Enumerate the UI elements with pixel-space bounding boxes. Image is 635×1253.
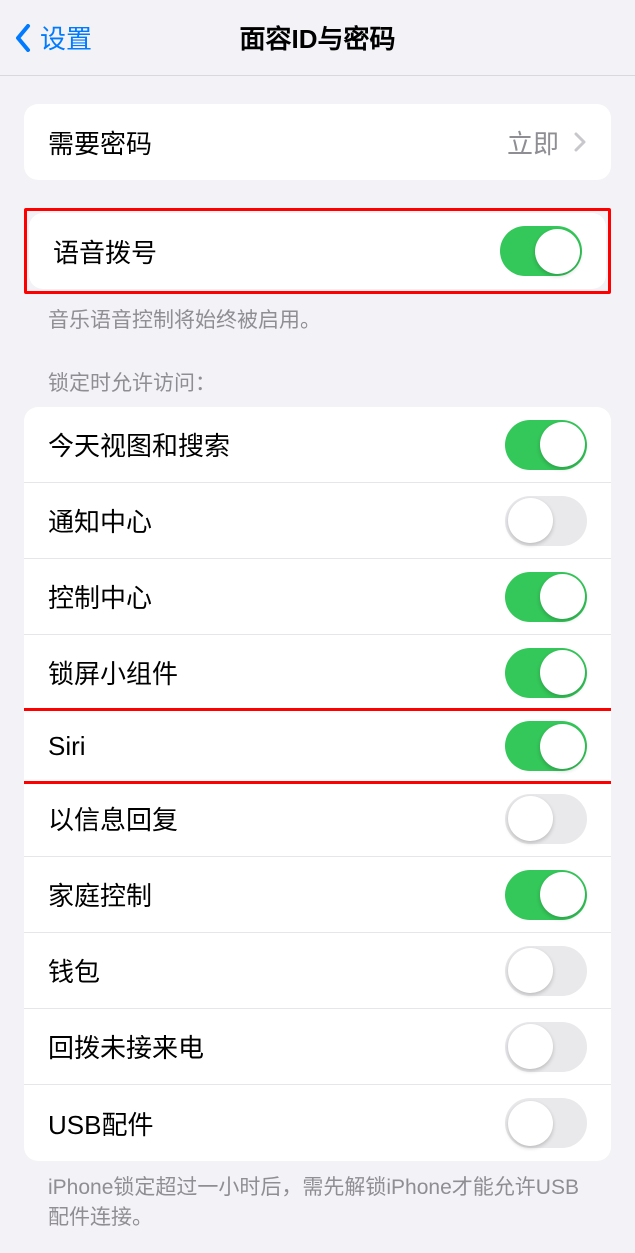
toggle-knob (540, 422, 585, 467)
require-passcode-row[interactable]: 需要密码 立即 (24, 104, 611, 180)
wallet-toggle[interactable] (505, 946, 587, 996)
lock-screen-widgets-row: 锁屏小组件 (24, 635, 611, 711)
chevron-right-icon (573, 132, 587, 152)
require-passcode-value: 立即 (507, 124, 559, 161)
page-title: 面容ID与密码 (239, 19, 395, 56)
home-control-label: 家庭控制 (48, 876, 152, 913)
notification-center-row: 通知中心 (24, 483, 611, 559)
toggle-knob (508, 796, 553, 841)
control-center-toggle[interactable] (505, 572, 587, 622)
wallet-label: 钱包 (48, 952, 100, 989)
back-label: 设置 (40, 19, 92, 56)
toggle-knob (508, 498, 553, 543)
require-passcode-group: 需要密码 立即 (24, 104, 611, 180)
usb-accessories-label: USB配件 (48, 1105, 153, 1142)
wallet-row: 钱包 (24, 933, 611, 1009)
locked-access-group: 今天视图和搜索 通知中心 控制中心 锁屏小组件 Siri 以信息回复 家庭控制 (24, 407, 611, 1161)
lock-screen-widgets-label: 锁屏小组件 (48, 654, 178, 691)
notification-center-toggle[interactable] (505, 496, 587, 546)
today-view-search-row: 今天视图和搜索 (24, 407, 611, 483)
voice-dial-group: 语音拨号 (29, 213, 606, 289)
return-missed-calls-row: 回拨未接来电 (24, 1009, 611, 1085)
home-control-row: 家庭控制 (24, 857, 611, 933)
toggle-knob (540, 650, 585, 695)
siri-row: Siri (24, 708, 611, 784)
notification-center-label: 通知中心 (48, 502, 152, 539)
control-center-row: 控制中心 (24, 559, 611, 635)
toggle-knob (535, 229, 580, 274)
locked-access-header: 锁定时允许访问： (24, 335, 611, 407)
locked-access-footer: iPhone锁定超过一小时后，需先解锁iPhone才能允许USB配件连接。 (24, 1161, 611, 1232)
back-button[interactable]: 设置 (0, 19, 92, 56)
today-view-search-label: 今天视图和搜索 (48, 426, 230, 463)
lock-screen-widgets-toggle[interactable] (505, 648, 587, 698)
toggle-knob (540, 724, 585, 769)
toggle-knob (508, 1101, 553, 1146)
toggle-knob (508, 1024, 553, 1069)
voice-dial-label: 语音拨号 (53, 233, 157, 270)
usb-accessories-toggle[interactable] (505, 1098, 587, 1148)
toggle-knob (540, 872, 585, 917)
reply-with-message-label: 以信息回复 (48, 800, 178, 837)
voice-dial-highlight: 语音拨号 (24, 208, 611, 294)
voice-dial-toggle[interactable] (500, 226, 582, 276)
return-missed-calls-toggle[interactable] (505, 1022, 587, 1072)
reply-with-message-toggle[interactable] (505, 794, 587, 844)
require-passcode-right: 立即 (507, 124, 587, 161)
reply-with-message-row: 以信息回复 (24, 781, 611, 857)
require-passcode-label: 需要密码 (48, 124, 152, 161)
today-view-search-toggle[interactable] (505, 420, 587, 470)
return-missed-calls-label: 回拨未接来电 (48, 1028, 204, 1065)
voice-dial-row: 语音拨号 (29, 213, 606, 289)
nav-header: 设置 面容ID与密码 (0, 0, 635, 76)
toggle-knob (508, 948, 553, 993)
chevron-left-icon (14, 23, 34, 53)
control-center-label: 控制中心 (48, 578, 152, 615)
voice-dial-footer: 音乐语音控制将始终被启用。 (24, 294, 611, 335)
toggle-knob (540, 574, 585, 619)
home-control-toggle[interactable] (505, 870, 587, 920)
usb-accessories-row: USB配件 (24, 1085, 611, 1161)
siri-label: Siri (48, 731, 86, 762)
siri-toggle[interactable] (505, 721, 587, 771)
